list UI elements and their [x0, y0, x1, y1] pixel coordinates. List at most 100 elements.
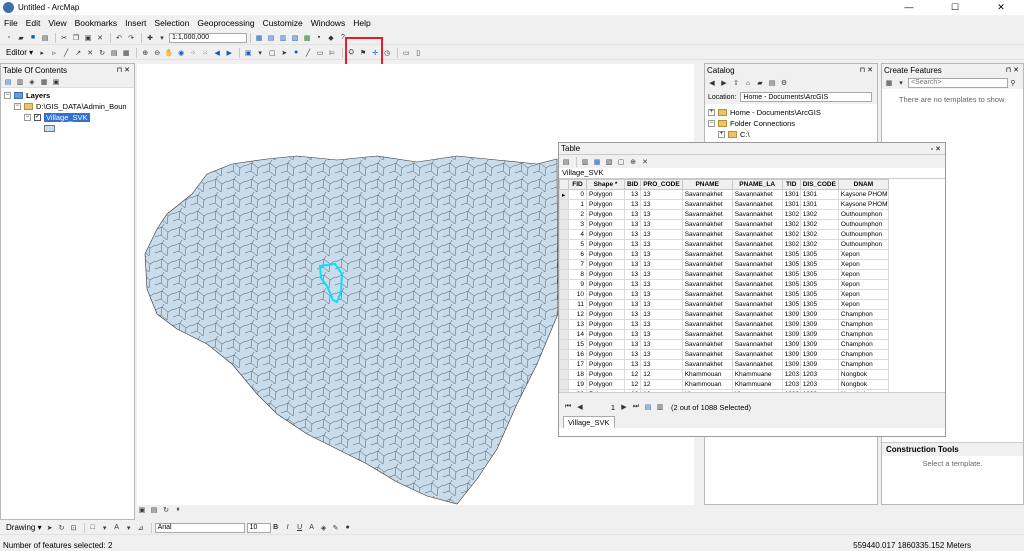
table-cell[interactable]: Savannakhet	[681, 289, 733, 300]
table-tab[interactable]: Village_SVK	[563, 416, 615, 428]
table-cell[interactable]: 13	[623, 189, 642, 200]
table-cell[interactable]: 13	[623, 249, 642, 260]
row-selector[interactable]	[559, 339, 569, 350]
table-row[interactable]: 1 Polygon 13 13 Savannakhet Savannakhet 1301 13…	[559, 199, 889, 210]
table-cell[interactable]: 1309	[781, 329, 801, 340]
table-cell[interactable]: Polygon	[586, 209, 625, 220]
table-cell[interactable]: 1309	[799, 309, 839, 320]
menu-selection[interactable]: Selection	[154, 18, 189, 28]
row-selector[interactable]	[559, 279, 569, 290]
table-row[interactable]: 4 Polygon 13 13 Savannakhet Savannakhet 1302 13…	[559, 229, 889, 240]
table-cell[interactable]: 1203	[799, 369, 839, 380]
minimize-button[interactable]: —	[886, 2, 932, 13]
font-size-combo[interactable]: 10	[246, 522, 271, 533]
table-cell[interactable]: 1302	[781, 229, 801, 240]
row-selector[interactable]	[559, 389, 569, 392]
catalog-icon[interactable]: ▥	[278, 33, 288, 43]
search-window-icon[interactable]: ▧	[290, 33, 300, 43]
table-cell[interactable]: Savannakhet	[681, 359, 733, 370]
text-icon[interactable]: A	[112, 523, 122, 533]
table-row[interactable]: 2 Polygon 13 13 Savannakhet Savannakhet 1302 13…	[559, 209, 889, 220]
table-cell[interactable]: 1	[568, 199, 587, 210]
table-cell[interactable]: 10	[568, 289, 587, 300]
table-cell[interactable]: 19	[568, 379, 587, 390]
table-cell[interactable]: Polygon	[586, 309, 625, 320]
table-cell[interactable]: 1203	[781, 369, 801, 380]
row-selector[interactable]	[559, 359, 569, 370]
table-cell[interactable]: 1302	[781, 209, 801, 220]
row-selector[interactable]	[559, 199, 569, 210]
table-cell[interactable]: 1305	[799, 299, 839, 310]
column-header[interactable]: PRO_CODE	[640, 179, 683, 190]
add-data-dropdown-icon[interactable]: ▾	[157, 33, 167, 43]
table-cell[interactable]: 14	[568, 329, 587, 340]
font-name-combo[interactable]: Arial	[154, 522, 245, 533]
table-cell[interactable]: 2	[568, 209, 587, 220]
row-selector[interactable]	[559, 209, 569, 220]
row-selector[interactable]	[559, 239, 569, 250]
python-icon[interactable]: ▪	[314, 33, 324, 43]
table-cell[interactable]: 1302	[781, 239, 801, 250]
table-cell[interactable]: 0	[568, 189, 587, 200]
table-cell[interactable]: 1309	[781, 359, 801, 370]
table-cell[interactable]: 1301	[781, 189, 801, 200]
table-cell[interactable]: Savannakhet	[731, 269, 783, 280]
editor-toolbar-icon[interactable]: ▦	[254, 33, 264, 43]
table-cell[interactable]: Savannakhet	[731, 359, 783, 370]
menu-file[interactable]: File	[4, 18, 18, 28]
record-number[interactable]: 1	[587, 403, 615, 412]
table-cell[interactable]: 13	[623, 219, 642, 230]
table-cell[interactable]: 3	[568, 219, 587, 230]
table-cell[interactable]: 1309	[781, 349, 801, 360]
table-cell[interactable]: 12	[623, 369, 642, 380]
forward-icon[interactable]: ▶	[719, 78, 729, 88]
table-cell[interactable]: 13	[623, 339, 642, 350]
edit-vertices-icon[interactable]: ⊿	[136, 523, 146, 533]
table-row[interactable]: 10 Polygon 13 13 Savannakhet Savannakhet 1305 1…	[559, 289, 889, 300]
zoom-in-icon[interactable]: ⊕	[140, 48, 150, 58]
table-cell[interactable]: Savannakhet	[731, 219, 783, 230]
table-cell[interactable]: Champhon	[837, 349, 889, 360]
horizontal-scrollbar[interactable]	[559, 392, 945, 400]
table-cell[interactable]: 1309	[799, 339, 839, 350]
table-cell[interactable]: Outhoumphon	[837, 239, 889, 250]
select-by-attributes-icon[interactable]: ▦	[592, 157, 602, 167]
table-cell[interactable]: Savannakhet	[731, 289, 783, 300]
table-cell[interactable]: 1309	[799, 329, 839, 340]
table-cell[interactable]: 1203	[799, 389, 839, 392]
select-features-icon[interactable]: ▣	[243, 48, 253, 58]
table-cell[interactable]: 1305	[799, 269, 839, 280]
list-by-selection-icon[interactable]: ▦	[39, 77, 49, 87]
zoom-out-icon[interactable]: ⊖	[152, 48, 162, 58]
row-selector[interactable]	[559, 229, 569, 240]
table-cell[interactable]: Xepon	[837, 289, 889, 300]
table-options-icon[interactable]: ▤	[561, 157, 571, 167]
table-cell[interactable]: Khammouan	[681, 389, 733, 392]
table-cell[interactable]: 1203	[799, 379, 839, 390]
catalog-item-home[interactable]: + Home - Documents\ArcGIS	[708, 107, 874, 118]
maximize-button[interactable]: ☐	[932, 2, 978, 13]
table-cell[interactable]: Savannakhet	[681, 239, 733, 250]
sketch-props-icon[interactable]: ▦	[121, 48, 131, 58]
scale-combo[interactable]: 1:1,000,000	[169, 32, 247, 43]
table-cell[interactable]: 1309	[799, 349, 839, 360]
column-header[interactable]: FID	[568, 179, 587, 190]
rotate-icon[interactable]: ↻	[97, 48, 107, 58]
pin-icon[interactable]: ⊓ ✕	[117, 66, 130, 74]
table-cell[interactable]: Xepon	[837, 259, 889, 270]
redo-icon[interactable]: ↷	[126, 33, 136, 43]
back-extent-icon[interactable]: ◀	[212, 48, 222, 58]
table-cell[interactable]: Savannakhet	[681, 269, 733, 280]
table-cell[interactable]: Polygon	[586, 239, 625, 250]
table-row[interactable]: 18 Polygon 12 12 Khammouan Khammuane 1203 1203 N…	[559, 369, 889, 380]
table-cell[interactable]: 1309	[799, 359, 839, 370]
table-cell[interactable]: Xepon	[837, 299, 889, 310]
menu-insert[interactable]: Insert	[125, 18, 146, 28]
rotate-icon[interactable]: ↻	[57, 523, 67, 533]
table-cell[interactable]: 13	[640, 189, 683, 200]
list-by-source-icon[interactable]: ▥	[15, 77, 25, 87]
table-cell[interactable]: 13	[640, 299, 683, 310]
table-cell[interactable]: 1302	[781, 219, 801, 230]
table-row[interactable]: 13 Polygon 13 13 Savannakhet Savannakhet 1309 1…	[559, 319, 889, 330]
layout-view-icon[interactable]: ▤	[149, 505, 159, 515]
